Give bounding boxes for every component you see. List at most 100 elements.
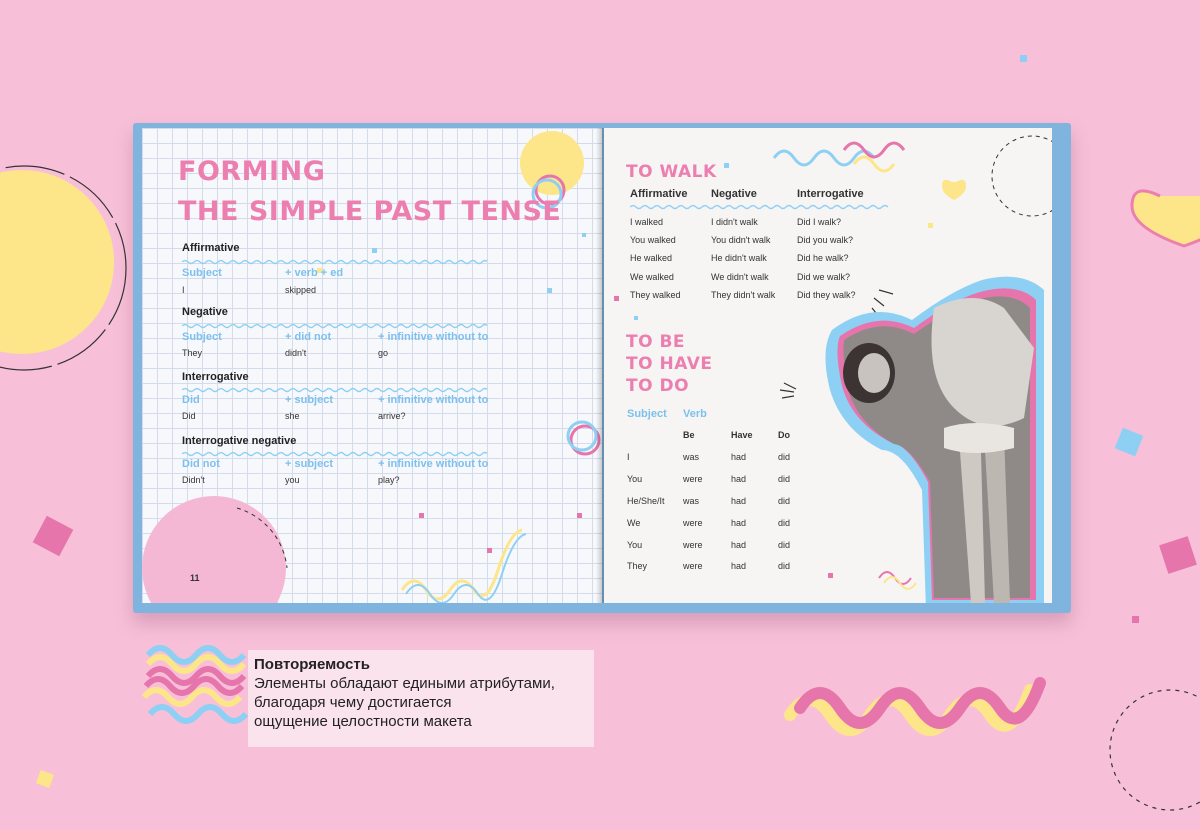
example-word: arrive?	[378, 411, 406, 421]
grammar-label: Did	[182, 394, 200, 406]
table-subheader: Do	[778, 430, 790, 440]
section-heading: Negative	[182, 306, 228, 318]
table-cell: had	[731, 518, 747, 528]
walk-title: TO WALK	[626, 162, 717, 182]
walk-cell: I walked	[630, 217, 664, 227]
walk-cell: You walked	[630, 235, 676, 245]
caption-title: Повторяемость	[254, 656, 370, 673]
table-cell: You	[627, 474, 643, 484]
grammar-label: Subject	[182, 267, 222, 279]
walk-cell: I didn't walk	[711, 217, 758, 227]
table-cell: did	[778, 496, 791, 506]
caption-line: благодаря чему достигается	[254, 694, 452, 711]
be-title-line: TO HAVE	[626, 354, 713, 374]
heart-decoration	[1130, 189, 1200, 248]
table-cell: were	[683, 518, 703, 528]
yellow-square-decoration	[36, 770, 54, 788]
walk-cell: They walked	[630, 290, 681, 300]
squiggle-decoration	[842, 141, 906, 159]
table-cell: You	[627, 540, 643, 550]
pink-circle-decoration	[142, 496, 286, 603]
zigzag-decoration	[141, 645, 249, 724]
wave-divider	[182, 259, 487, 265]
walk-header: Affirmative	[630, 188, 688, 200]
table-cell: did	[778, 540, 791, 550]
walk-cell: Did he walk?	[797, 253, 849, 263]
table-cell: had	[731, 474, 747, 484]
pink-square-decoration	[1159, 536, 1197, 574]
grammar-label: + infinitive without to	[378, 458, 489, 470]
walk-cell: He didn't walk	[711, 253, 767, 263]
walk-header: Interrogative	[797, 188, 864, 200]
example-word: play?	[378, 475, 400, 485]
section-heading: Interrogative negative	[182, 435, 297, 447]
dashed-circle-decoration	[991, 135, 1052, 217]
walk-cell: Did we walk?	[797, 272, 851, 282]
yellow-circle-decoration	[0, 170, 114, 354]
grammar-label: Subject	[182, 331, 222, 343]
vintage-woman-photo	[825, 276, 1044, 603]
table-cell: did	[778, 474, 791, 484]
walk-cell: We didn't walk	[711, 272, 769, 282]
table-cell: We	[627, 518, 641, 528]
example-word: Didn't	[182, 475, 205, 485]
table-cell: They	[627, 561, 648, 571]
table-cell: was	[683, 496, 700, 506]
caption-line: Элементы обладают едиными атрибутами,	[254, 675, 555, 692]
be-title-line: TO BE	[626, 332, 686, 352]
grammar-label: + subject	[285, 458, 333, 470]
table-subheader: Have	[731, 430, 753, 440]
example-word: They	[182, 348, 203, 358]
wave-divider	[182, 323, 487, 329]
walk-cell: He walked	[630, 253, 673, 263]
grammar-label: Did not	[182, 458, 220, 470]
walk-cell: We walked	[630, 272, 674, 282]
section-heading: Affirmative	[182, 242, 240, 254]
example-word: skipped	[285, 285, 317, 295]
be-title-line: TO DO	[626, 376, 690, 396]
blue-square-decoration	[1114, 427, 1144, 457]
grammar-label: + infinitive without to	[378, 394, 489, 406]
page-title-line1: FORMING	[178, 156, 326, 187]
table-cell: had	[731, 452, 747, 462]
dashed-circle-decoration	[1109, 689, 1200, 811]
grammar-label: + subject	[285, 394, 333, 406]
table-cell: were	[683, 561, 703, 571]
page-number: 11	[190, 573, 200, 583]
caption-box: Повторяемость Элементы обладают едиными …	[248, 650, 594, 747]
grammar-label: + infinitive without to	[378, 331, 489, 343]
left-page: FORMING THE SIMPLE PAST TENSE Affirmativ…	[142, 128, 602, 603]
walk-cell: Did they walk?	[797, 290, 856, 300]
table-cell: had	[731, 561, 747, 571]
walk-cell: Did you walk?	[797, 235, 854, 245]
wave-divider	[182, 451, 487, 457]
table-cell: He/She/It	[627, 496, 665, 506]
table-cell: I	[627, 452, 630, 462]
table-cell: did	[778, 561, 791, 571]
squiggle-decoration	[400, 528, 523, 601]
table-cell: was	[683, 452, 700, 462]
example-word: you	[285, 475, 300, 485]
pink-square-decoration	[32, 515, 74, 557]
grammar-label: + did not	[285, 331, 332, 343]
pink-square-decoration	[1132, 616, 1139, 623]
wave-divider	[630, 204, 889, 210]
table-cell: had	[731, 496, 747, 506]
table-cell: were	[683, 540, 703, 550]
example-word: didn't	[285, 348, 307, 358]
example-word: Did	[182, 411, 196, 421]
blue-square-decoration	[1020, 55, 1027, 62]
grammar-label: + verb + ed	[285, 267, 344, 279]
section-heading: Interrogative	[182, 371, 249, 383]
walk-header: Negative	[711, 188, 757, 200]
example-word: she	[285, 411, 300, 421]
table-cell: did	[778, 452, 791, 462]
table-subheader: Be	[683, 430, 695, 440]
walk-cell: Did I walk?	[797, 217, 842, 227]
example-word: I	[182, 285, 185, 295]
table-cell: were	[683, 474, 703, 484]
wave-divider	[182, 387, 487, 393]
table-label: Subject	[627, 408, 667, 420]
squiggle-decoration	[852, 155, 896, 173]
page-title-line2: THE SIMPLE PAST TENSE	[178, 196, 562, 227]
